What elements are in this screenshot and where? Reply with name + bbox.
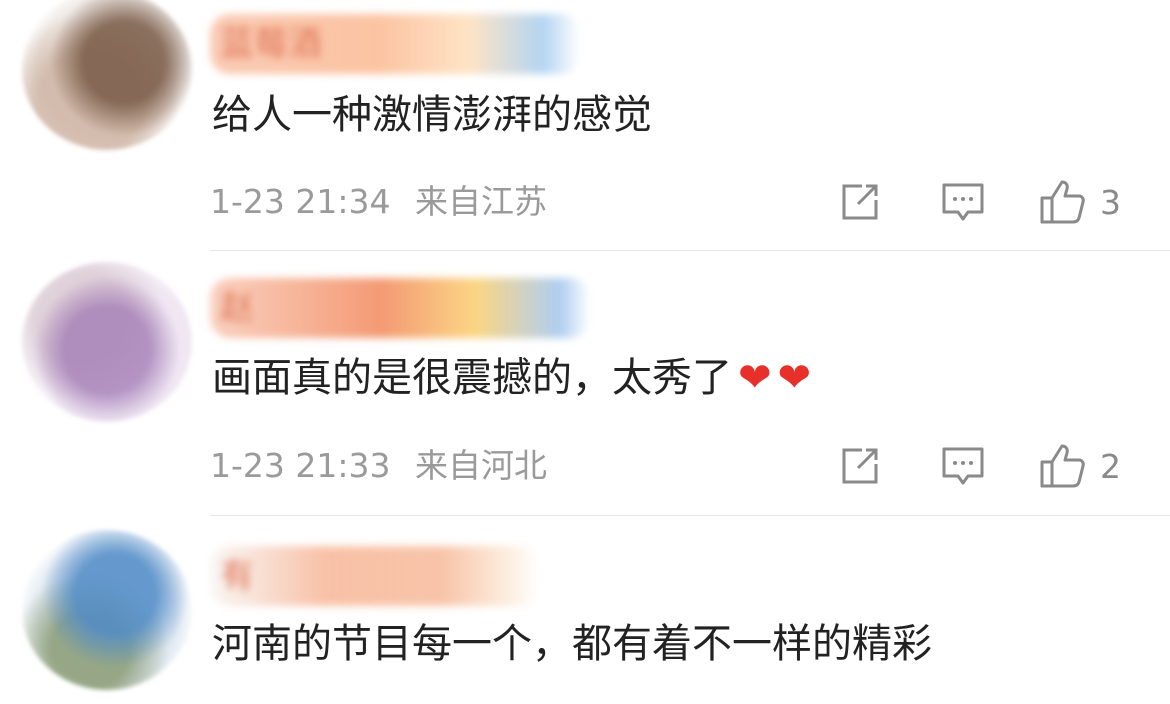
comment-text: 画面真的是很震撼的，太秀了 ❤ ❤ [212,354,811,402]
comment-text: 河南的节目每一个，都有着不一样的精彩 [212,621,932,667]
username[interactable]: 赵 [210,278,590,338]
share-icon [842,184,878,220]
comment-text: 给人一种激情澎湃的感觉 [212,92,652,138]
avatar[interactable] [22,262,192,422]
comment-icon [942,447,984,485]
share-icon [842,448,878,484]
comment-location: 来自江苏 [415,182,547,221]
avatar[interactable] [22,530,192,690]
like-button[interactable]: 3 [1038,178,1121,226]
comment-location: 来自河北 [415,446,547,485]
comment-meta: 1-23 21:33 来自河北 [210,446,547,486]
divider [210,515,1170,516]
like-button[interactable]: 2 [1038,442,1121,490]
heart-emoji: ❤ [777,355,812,401]
like-count: 2 [1100,446,1121,486]
comment-text-body: 画面真的是很震撼的，太秀了 [212,355,732,401]
avatar[interactable] [22,0,192,150]
username[interactable]: 蓝莓酒 [210,14,580,74]
like-count: 3 [1100,182,1121,222]
thumbs-up-icon [1040,180,1085,224]
comment-time: 1-23 21:33 [210,446,391,485]
heart-emoji: ❤ [738,355,772,401]
share-button[interactable] [838,178,882,226]
comment-actions: 2 [838,442,1138,490]
comment-icon [942,183,984,221]
username[interactable]: 有 [210,546,540,606]
comment-button[interactable] [940,178,986,226]
comment-button[interactable] [940,442,986,490]
comment-meta: 1-23 21:34 来自江苏 [210,182,547,222]
comment-time: 1-23 21:34 [210,182,391,221]
thumbs-up-icon [1040,444,1085,488]
divider [210,250,1170,251]
comment-actions: 3 [838,178,1138,226]
share-button[interactable] [838,442,882,490]
